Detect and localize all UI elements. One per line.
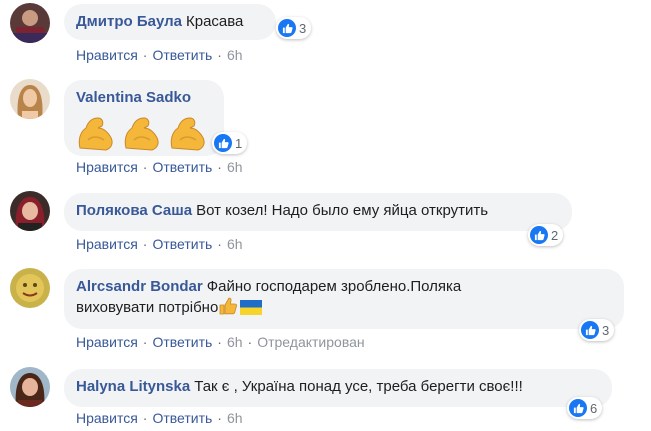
comment-text: Красава [185,13,244,30]
separator: · [217,236,222,252]
like-icon [530,226,548,244]
separator: · [217,410,222,426]
separator: · [247,334,253,350]
like-link[interactable]: Нравится [76,159,138,175]
comment-author[interactable]: Halyna Litynska [76,378,190,395]
comment-time[interactable]: 6h [227,159,243,175]
comment-actions: Нравится · Ответить · 6h [76,236,243,252]
comment-author[interactable]: Полякова Саша [76,202,192,219]
comment-time[interactable]: 6h [227,236,243,252]
comment-bubble: Полякова Саша Вот козел! Надо было ему яй… [64,193,572,231]
comment-actions: Нравится · Ответить · 6h [76,47,243,63]
edited-label[interactable]: Отредактирован [257,334,364,350]
reaction-count-value: 3 [299,20,307,36]
separator: · [142,236,148,252]
comment-bubble: Alrcsandr Bondar Файно господарем зроблен… [64,269,624,329]
reaction-count-value: 2 [551,227,559,243]
comment-actions: Нравится · Ответить · 6h [76,410,243,426]
avatar[interactable] [10,367,50,407]
comment-actions: Нравится · Ответить · 6h [76,159,243,175]
comment-text-line: виховувати потрібно [76,299,219,316]
comment-text: Так є , Україна понад усе, треба берегти… [194,378,523,395]
reaction-count[interactable]: 6 [567,397,603,419]
like-icon [569,399,587,417]
flexed-biceps-emoji [124,117,159,151]
comment-author[interactable]: Valentina Sadko [76,89,191,106]
like-link[interactable]: Нравится [76,410,138,426]
avatar[interactable] [10,79,50,119]
emoji-row [76,114,212,152]
reply-link[interactable]: Ответить [152,47,212,63]
like-icon [581,321,599,339]
like-link[interactable]: Нравится [76,334,138,350]
comment-actions: Нравится · Ответить · 6h · Отредактирован [76,334,365,350]
reaction-count[interactable]: 3 [276,17,312,39]
separator: · [217,334,222,350]
comment-author[interactable]: Дмитро Баула [76,13,182,30]
comment-time[interactable]: 6h [227,334,243,350]
reaction-count-value: 6 [590,400,598,416]
thumbs-up-emoji [219,297,238,315]
comment-author[interactable]: Alrcsandr Bondar [76,278,203,295]
reaction-count[interactable]: 2 [528,224,564,246]
avatar[interactable] [10,268,50,308]
like-icon [214,134,232,152]
comment-bubble: Halyna Litynska Так є , Україна понад усе… [64,369,612,407]
reply-link[interactable]: Ответить [152,410,212,426]
separator: · [142,159,148,175]
ukraine-flag-emoji [240,300,263,315]
flexed-biceps-emoji [171,117,205,151]
separator: · [142,47,148,63]
reaction-count[interactable]: 3 [579,319,615,341]
reaction-count-value: 3 [602,322,610,338]
reaction-count-value: 1 [235,135,243,151]
flexed-biceps-emoji [78,117,113,151]
comment-time[interactable]: 6h [227,410,243,426]
separator: · [217,47,222,63]
like-link[interactable]: Нравится [76,47,138,63]
like-link[interactable]: Нравится [76,236,138,252]
comment-text: Вот козел! Надо было ему яйца открутить [196,202,489,219]
separator: · [142,334,148,350]
comment-time[interactable]: 6h [227,47,243,63]
reaction-count[interactable]: 1 [212,132,248,154]
reply-link[interactable]: Ответить [152,159,212,175]
avatar[interactable] [10,191,50,231]
avatar[interactable] [10,3,50,43]
separator: · [142,410,148,426]
reply-link[interactable]: Ответить [152,334,212,350]
comment-bubble: Valentina Sadko [64,80,224,156]
comment-bubble: Дмитро Баула Красава [64,4,276,40]
separator: · [217,159,222,175]
reply-link[interactable]: Ответить [152,236,212,252]
like-icon [278,19,296,37]
comment-text-line: Файно господарем зроблено.Поляка [206,278,462,295]
